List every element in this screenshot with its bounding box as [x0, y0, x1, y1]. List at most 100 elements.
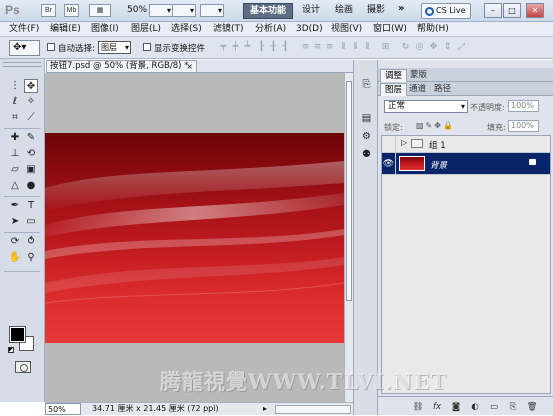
- folder-icon[interactable]: ▭: [488, 401, 500, 413]
- show-transform-checkbox[interactable]: [143, 43, 151, 51]
- canvas-vertical-scrollbar[interactable]: [344, 73, 353, 402]
- eye-icon[interactable]: 👁: [382, 153, 396, 174]
- paths-panel-icon[interactable]: ⚉: [360, 148, 373, 161]
- menu-window[interactable]: 窗口(W): [373, 23, 407, 36]
- distribute-vcenter-icon[interactable]: ≡: [312, 42, 323, 53]
- menu-3d[interactable]: 3D(D): [296, 23, 323, 36]
- blur-icon[interactable]: △: [8, 179, 22, 193]
- tool-move-icon[interactable]: ⋮: [8, 79, 22, 93]
- status-zoom-field[interactable]: 50%: [45, 403, 81, 415]
- workspace-tab-painting[interactable]: 绘画: [330, 3, 358, 19]
- minimize-button[interactable]: –: [484, 3, 502, 18]
- healing-brush-icon[interactable]: ✚: [8, 131, 22, 145]
- layer-row-background[interactable]: 👁 背景: [382, 153, 550, 175]
- brush-icon[interactable]: ✎: [24, 131, 38, 145]
- zoom-dropdown[interactable]: [149, 4, 173, 17]
- 3d-orbit-icon[interactable]: ⥀: [24, 235, 38, 249]
- dodge-icon[interactable]: ●: [24, 179, 38, 193]
- document-close-icon[interactable]: ×: [186, 61, 193, 72]
- hand-icon[interactable]: ✋: [8, 251, 22, 265]
- zoom-icon[interactable]: ⚲: [24, 251, 38, 265]
- tab-adjustments[interactable]: 调整: [380, 69, 408, 82]
- zoom-level[interactable]: 50%: [127, 5, 147, 15]
- clone-stamp-icon[interactable]: ⊥: [8, 147, 22, 161]
- menu-filter[interactable]: 滤镜(T): [213, 23, 244, 36]
- menu-edit[interactable]: 编辑(E): [50, 23, 81, 36]
- eyedropper-icon[interactable]: ⟋: [24, 111, 38, 125]
- tool-preset-picker[interactable]: ✥▾: [9, 40, 40, 56]
- distribute-hcenter-icon[interactable]: ⦀: [350, 42, 361, 53]
- menu-image[interactable]: 图像(I): [91, 23, 119, 36]
- lasso-tool-icon[interactable]: ℓ: [8, 95, 22, 109]
- workspace-tab-photography[interactable]: 摄影: [362, 3, 390, 19]
- lock-options-icons[interactable]: ▨✎✥🔒: [416, 121, 455, 130]
- screen-mode-icon[interactable]: [200, 4, 224, 17]
- menu-file[interactable]: 文件(F): [9, 23, 39, 36]
- tab-channels[interactable]: 通道: [405, 83, 430, 96]
- quick-mask-icon[interactable]: [15, 361, 31, 373]
- default-colors-icon[interactable]: [8, 347, 14, 353]
- type-icon[interactable]: T: [24, 199, 38, 213]
- tab-masks[interactable]: 蒙版: [406, 69, 431, 82]
- visibility-toggle-empty[interactable]: [382, 136, 396, 152]
- workspace-tab-design[interactable]: 设计: [297, 3, 325, 19]
- tools-panel-grip[interactable]: [3, 62, 41, 67]
- mask-icon[interactable]: ◙: [450, 401, 462, 413]
- blend-mode-dropdown[interactable]: 正常: [384, 100, 468, 113]
- view-extras-icon[interactable]: ▦: [89, 4, 111, 17]
- move-tool-icon[interactable]: ✥: [24, 79, 38, 93]
- adjustment-icon[interactable]: ◐: [469, 401, 481, 413]
- menu-view[interactable]: 视图(V): [331, 23, 362, 36]
- maximize-button[interactable]: □: [503, 3, 521, 18]
- bridge-button[interactable]: Br: [41, 4, 56, 17]
- 3d-mode-slide-icon[interactable]: ⇕: [442, 42, 453, 53]
- align-left-icon[interactable]: ┠: [256, 42, 267, 53]
- expand-arrow-icon[interactable]: ▷: [401, 138, 407, 147]
- layer-row-group[interactable]: ▷ 组 1: [382, 136, 550, 153]
- fx-icon[interactable]: fx: [431, 401, 443, 413]
- foreground-color-swatch[interactable]: [9, 326, 26, 343]
- link-icon[interactable]: ⛓: [412, 401, 424, 413]
- gradient-icon[interactable]: ▣: [24, 163, 38, 177]
- canvas-vertical-scroll-thumb[interactable]: [346, 81, 352, 301]
- distribute-left-icon[interactable]: ⦀: [338, 42, 349, 53]
- menu-select[interactable]: 选择(S): [171, 23, 202, 36]
- swatches-panel-icon[interactable]: ⚙: [360, 130, 373, 143]
- workspace-tab-essentials[interactable]: 基本功能: [243, 3, 293, 19]
- magic-wand-icon[interactable]: ✧: [24, 95, 38, 109]
- pen-icon[interactable]: ✒: [8, 199, 22, 213]
- 3d-mode-scale-icon[interactable]: ⤢: [456, 42, 467, 53]
- mini-bridge-button[interactable]: Mb: [64, 4, 79, 17]
- path-select-icon[interactable]: ➤: [8, 215, 22, 229]
- shape-icon[interactable]: ▭: [24, 215, 38, 229]
- canvas-horizontal-scrollbar[interactable]: [275, 405, 351, 414]
- status-menu-arrow-icon[interactable]: ▸: [263, 403, 267, 415]
- more-workspaces-button[interactable]: »: [398, 3, 404, 14]
- 3d-mode-roll-icon[interactable]: ◎: [414, 42, 425, 53]
- actions-panel-icon[interactable]: ▤: [360, 112, 373, 125]
- eraser-icon[interactable]: ▱: [8, 163, 22, 177]
- 3d-mode-rotate-icon[interactable]: ↻: [400, 42, 411, 53]
- canvas-area[interactable]: [45, 73, 344, 402]
- tab-paths[interactable]: 路径: [430, 83, 455, 96]
- distribute-right-icon[interactable]: ⦀: [362, 42, 373, 53]
- tab-layers[interactable]: 图层: [380, 83, 408, 96]
- menu-layer[interactable]: 图层(L): [131, 23, 161, 36]
- align-bottom-icon[interactable]: ┷: [242, 42, 253, 53]
- cs-live-button[interactable]: CS Live: [421, 3, 471, 19]
- menu-help[interactable]: 帮助(H): [417, 23, 449, 36]
- history-panel-icon[interactable]: ⎘: [360, 78, 373, 91]
- menu-analysis[interactable]: 分析(A): [255, 23, 286, 36]
- auto-align-icon[interactable]: ⊞: [380, 42, 391, 53]
- align-right-icon[interactable]: ┨: [280, 42, 291, 53]
- distribute-top-icon[interactable]: ≡: [300, 42, 311, 53]
- 3d-rotate-icon[interactable]: ⟳: [8, 235, 22, 249]
- 3d-mode-drag-icon[interactable]: ✥: [428, 42, 439, 53]
- opacity-field[interactable]: 100%: [508, 100, 539, 112]
- crop-tool-icon[interactable]: ⌗: [8, 111, 22, 125]
- align-hcenter-icon[interactable]: ╂: [268, 42, 279, 53]
- fill-field[interactable]: 100%: [508, 120, 539, 132]
- arrange-documents-icon[interactable]: [172, 4, 196, 17]
- align-vcenter-icon[interactable]: ┿: [230, 42, 241, 53]
- new-layer-icon[interactable]: ⎘: [507, 401, 519, 413]
